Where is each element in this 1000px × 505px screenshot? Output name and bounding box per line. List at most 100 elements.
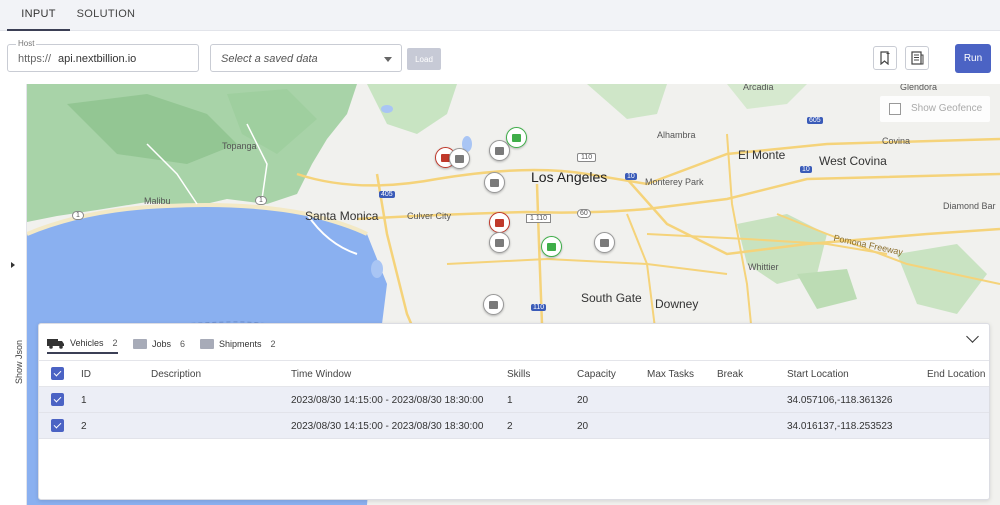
tab-jobs-label: Jobs (152, 339, 172, 349)
highway-shield-110: 110 (577, 153, 597, 162)
tab-jobs-count: 6 (180, 339, 186, 349)
tab-solution[interactable]: SOLUTION (72, 0, 140, 31)
top-tab-bar: INPUT SOLUTION (0, 0, 1000, 31)
box-icon (133, 339, 147, 349)
cell-time-window: 2023/08/30 14:15:00 - 2023/08/30 18:30:0… (291, 395, 484, 406)
map-label-covina: Covina (882, 136, 911, 146)
geofence-toggle[interactable]: Show Geofence (880, 96, 990, 122)
box-icon (600, 238, 609, 247)
box-icon (512, 133, 521, 142)
collapse-chevron-icon[interactable] (966, 330, 979, 343)
show-json-label: Show Json (14, 339, 24, 384)
tab-vehicles[interactable]: Vehicles 2 (47, 334, 118, 354)
job-marker[interactable] (484, 172, 505, 193)
map-label-glendora: Glendora (900, 84, 938, 92)
host-input[interactable]: api.nextbillion.io (58, 53, 136, 65)
highway-shield-605: 605 (807, 117, 823, 124)
tab-shipments[interactable]: Shipments 2 (200, 334, 276, 354)
col-skills: Skills (507, 369, 531, 380)
geofence-label: Show Geofence (911, 103, 983, 114)
map-label-topanga: Topanga (222, 141, 257, 151)
box-icon (495, 218, 504, 227)
highway-shield-10a: 10 (625, 173, 637, 180)
highway-shield-1a: 1 (72, 211, 84, 220)
map-label-malibu: Malibu (144, 196, 171, 206)
row-checkbox[interactable] (51, 393, 64, 406)
saved-data-placeholder: Select a saved data (221, 53, 318, 65)
truck-icon (47, 338, 64, 349)
highway-shield-405: 405 (379, 191, 395, 198)
cell-capacity: 20 (577, 395, 589, 406)
tab-shipments-count: 2 (270, 339, 276, 349)
host-prefix: https:// (18, 53, 52, 65)
map-label-el-monte: El Monte (738, 148, 786, 162)
pickup-marker[interactable] (489, 212, 510, 233)
cell-id: 1 (81, 395, 87, 406)
box-icon (489, 300, 498, 309)
col-description: Description (151, 369, 202, 380)
col-capacity: Capacity (577, 369, 616, 380)
job-marker[interactable] (449, 148, 470, 169)
tab-input[interactable]: INPUT (7, 0, 70, 31)
table-row[interactable]: 2 2023/08/30 14:15:00 - 2023/08/30 18:30… (39, 413, 989, 439)
col-id: ID (81, 369, 91, 380)
map-label-downey: Downey (655, 297, 699, 311)
host-field[interactable]: Host https:// api.nextbillion.io (7, 39, 199, 72)
box-icon (200, 339, 214, 349)
document-button[interactable] (905, 46, 929, 70)
highway-shield-110-south: 110 (531, 304, 547, 311)
data-panel: Vehicles 2 Jobs 6 Shipments 2 ID Descrip… (38, 323, 990, 500)
load-button[interactable]: Load (407, 48, 441, 70)
table-header: ID Description Time Window Skills Capaci… (39, 360, 989, 387)
delivery-marker[interactable] (541, 236, 562, 257)
bookmark-button[interactable] (873, 46, 897, 70)
cell-skills: 1 (507, 395, 513, 406)
col-break: Break (717, 369, 744, 380)
cell-start-location: 34.057106,-118.361326 (787, 395, 893, 406)
map-label-diamond-bar: Diamond Bar (943, 201, 996, 211)
col-max-tasks: Max Tasks (647, 369, 695, 380)
tab-vehicles-label: Vehicles (70, 338, 104, 348)
map-label-arcadia: Arcadia (743, 84, 774, 92)
tab-jobs[interactable]: Jobs 6 (133, 334, 185, 354)
delivery-marker[interactable] (506, 127, 527, 148)
map-label-santa-monica: Santa Monica (305, 209, 379, 223)
map-label-alhambra: Alhambra (657, 130, 696, 140)
select-all-checkbox[interactable] (51, 367, 64, 380)
highway-shield-1110: 1 110 (526, 214, 551, 223)
map-label-whittier: Whittier (748, 262, 779, 272)
box-icon (490, 178, 499, 187)
box-icon (495, 146, 504, 155)
cell-id: 2 (81, 421, 87, 432)
job-marker[interactable] (594, 232, 615, 253)
bookmark-icon (880, 51, 890, 65)
table-row[interactable]: 1 2023/08/30 14:15:00 - 2023/08/30 18:30… (39, 387, 989, 413)
map-label-culver-city: Culver City (407, 211, 452, 221)
saved-data-select[interactable]: Select a saved data (210, 44, 402, 72)
cell-skills: 2 (507, 421, 513, 432)
cell-capacity: 20 (577, 421, 589, 432)
host-label: Host (16, 39, 37, 48)
document-icon (911, 51, 924, 65)
col-start-location: Start Location (787, 369, 849, 380)
col-end-location: End Location (927, 369, 986, 380)
col-time-window: Time Window (291, 369, 352, 380)
tab-vehicles-count: 2 (112, 338, 118, 348)
geofence-checkbox[interactable] (889, 103, 901, 115)
map-label-west-covina: West Covina (819, 154, 887, 168)
caret-right-icon (11, 262, 15, 268)
highway-shield-10b: 10 (800, 166, 812, 173)
run-button[interactable]: Run (955, 44, 991, 73)
cell-time-window: 2023/08/30 14:15:00 - 2023/08/30 18:30:0… (291, 421, 484, 432)
box-icon (547, 242, 556, 251)
json-side-toggle[interactable]: Show Json (0, 84, 27, 505)
box-icon (455, 154, 464, 163)
job-marker[interactable] (483, 294, 504, 315)
cell-start-location: 34.016137,-118.253523 (787, 421, 893, 432)
highway-shield-60: 60 (577, 209, 591, 218)
chevron-down-icon (384, 57, 392, 62)
job-marker[interactable] (489, 232, 510, 253)
tab-shipments-label: Shipments (219, 339, 262, 349)
map-label-monterey-park: Monterey Park (645, 177, 704, 187)
row-checkbox[interactable] (51, 419, 64, 432)
